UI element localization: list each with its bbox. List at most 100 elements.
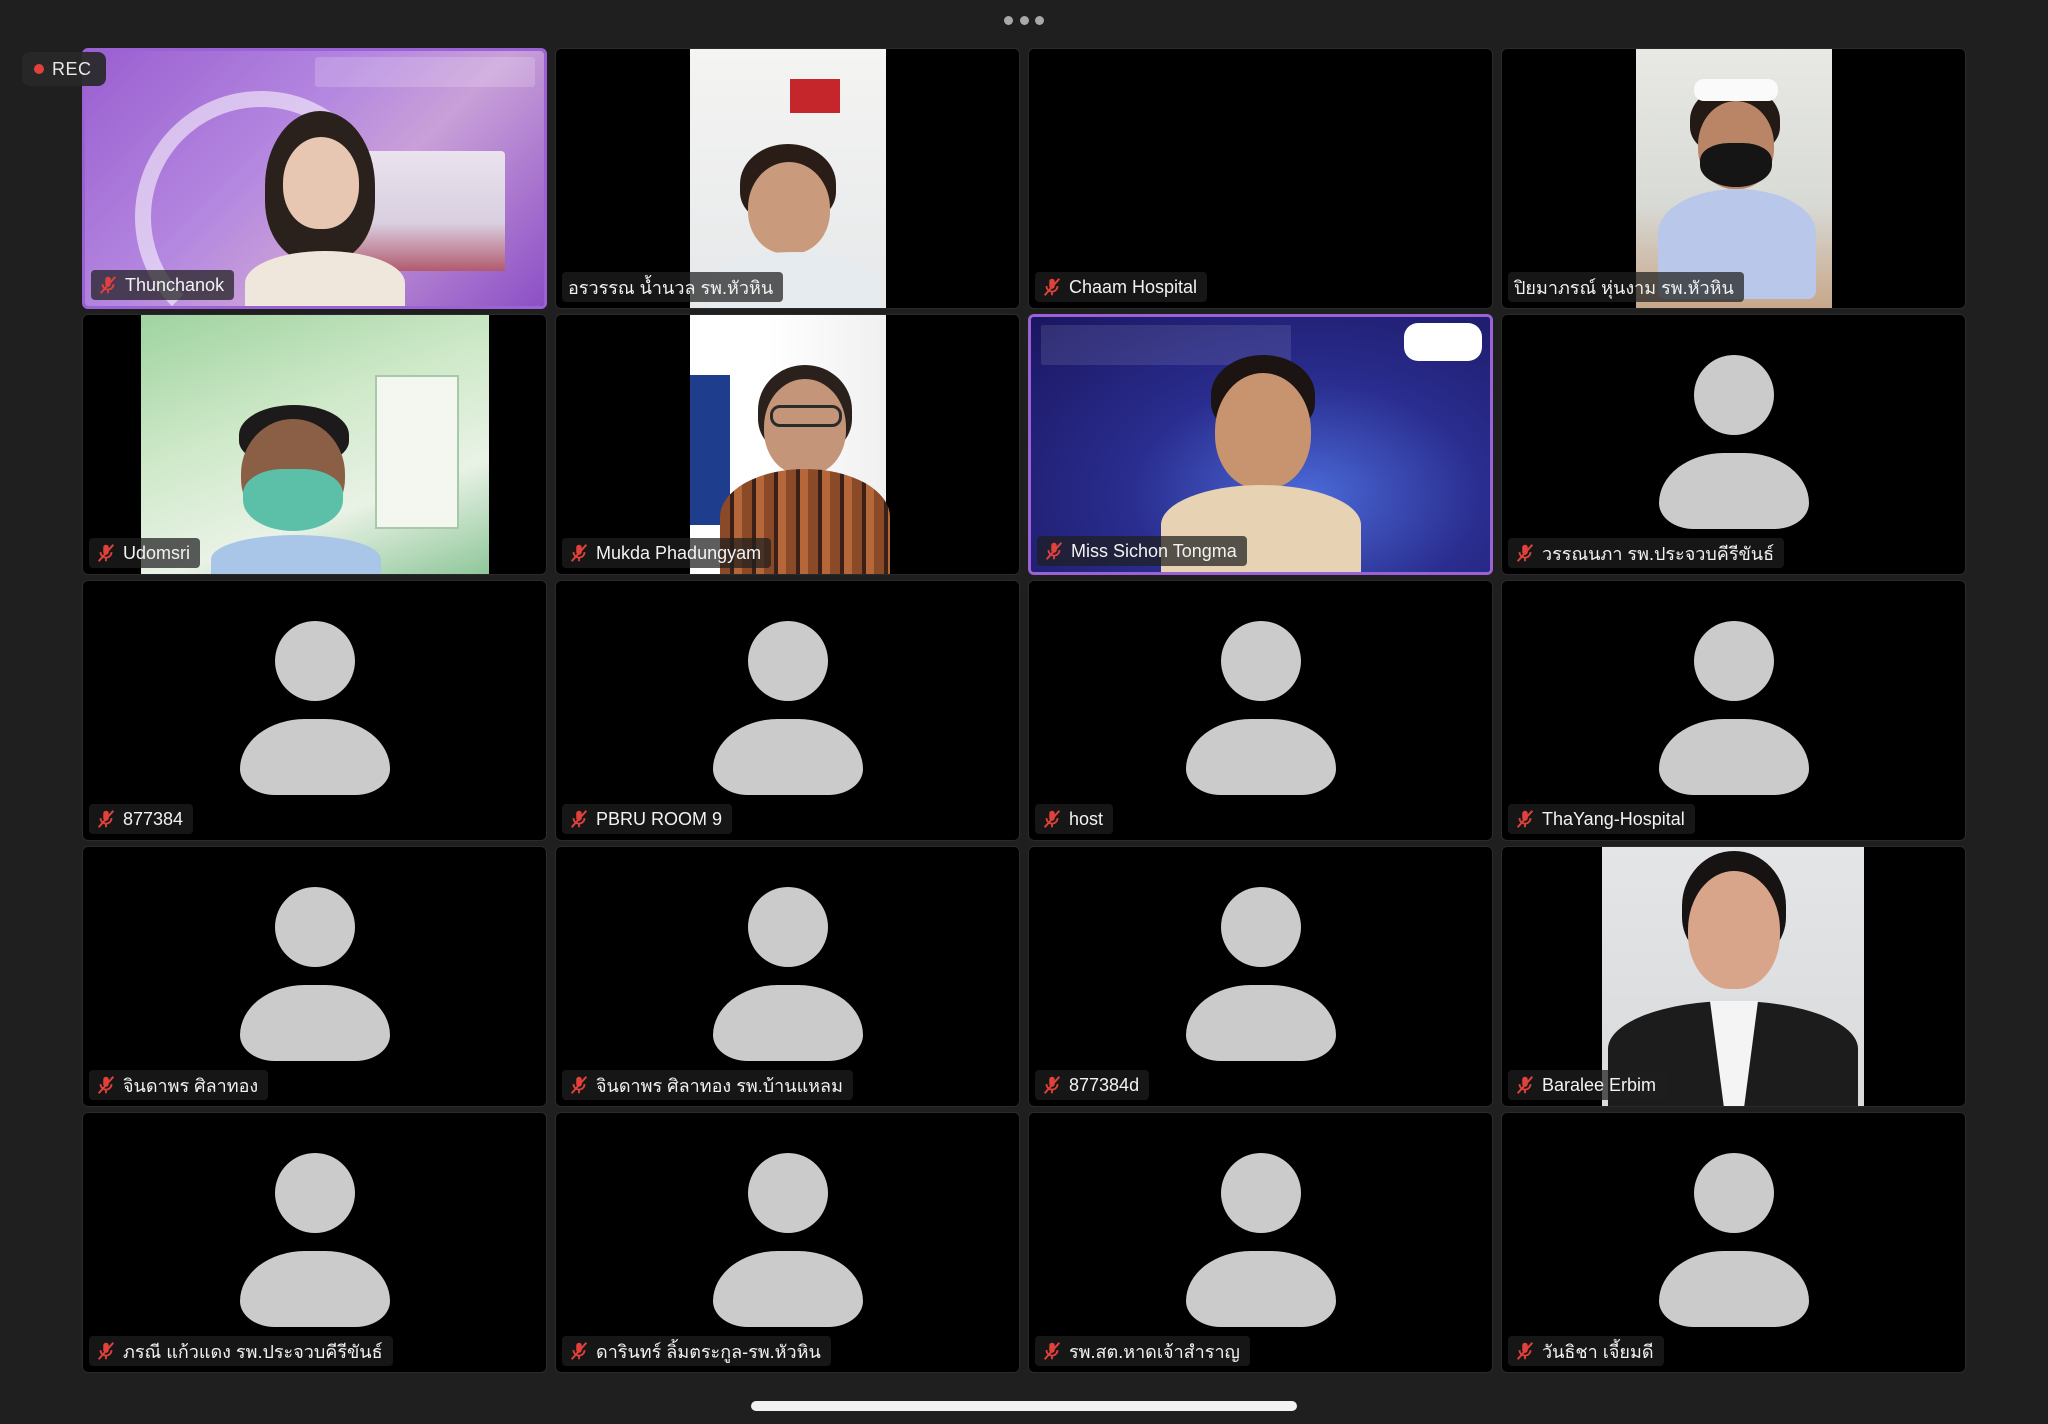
mic-off-icon	[97, 1342, 115, 1360]
participant-tile[interactable]: อรวรรณ น้ำนวล รพ.หัวหิน	[555, 48, 1020, 309]
participant-tile[interactable]: จินดาพร ศิลาทอง	[82, 846, 547, 1107]
participant-nametag: รพ.สต.หาดเจ้าสำราญ	[1035, 1336, 1250, 1366]
participant-name: ภรณี แก้วแดง รพ.ประจวบคีรีขันธ์	[123, 1341, 383, 1362]
participant-name: Baralee Erbim	[1542, 1074, 1657, 1095]
mic-off-icon	[1516, 810, 1534, 828]
mic-off-icon	[570, 1342, 588, 1360]
participant-nametag: Udomsri	[89, 538, 201, 568]
background-window	[375, 375, 459, 529]
participant-name: จินดาพร ศิลาทอง	[123, 1075, 259, 1096]
mic-off-icon	[570, 1076, 588, 1094]
participant-video	[85, 51, 544, 306]
participant-tile[interactable]: 877384d	[1028, 846, 1493, 1107]
person-silhouette-icon	[747, 1153, 828, 1233]
participant-nametag: อรวรรณ น้ำนวล รพ.หัวหิน	[562, 272, 784, 302]
participant-video	[690, 315, 890, 574]
participant-nametag: Miss Sichon Tongma	[1037, 536, 1247, 566]
person-silhouette-icon	[274, 1153, 355, 1233]
person-silhouette-icon	[747, 887, 828, 967]
person-silhouette-icon	[1220, 887, 1301, 967]
ellipsis-icon[interactable]	[1004, 14, 1044, 26]
participant-tile[interactable]: Udomsri	[82, 314, 547, 575]
participant-name: ดารินทร์ ลิ้มตระกูล-รพ.หัวหิน	[596, 1341, 821, 1362]
mic-off-icon	[1516, 544, 1534, 562]
participant-tile[interactable]: วันธิชา เจี้ยมดี	[1501, 1112, 1966, 1373]
participant-tile[interactable]: Chaam Hospital	[1028, 48, 1493, 309]
participant-name: ปิยมาภรณ์ หุ่นงาม รพ.หัวหิน	[1514, 277, 1734, 298]
participant-tile[interactable]: วรรณนภา รพ.ประจวบคีรีขันธ์	[1501, 314, 1966, 575]
participant-tile[interactable]: Mukda Phadungyam	[555, 314, 1020, 575]
mic-off-icon	[1043, 1076, 1061, 1094]
participant-tile[interactable]: ThaYang-Hospital	[1501, 580, 1966, 841]
recording-label: REC	[52, 58, 92, 79]
participant-name: Chaam Hospital	[1069, 276, 1198, 297]
participant-tile[interactable]: Thunchanok	[82, 48, 547, 309]
person-silhouette-icon	[1220, 1153, 1301, 1233]
record-dot-icon	[34, 64, 44, 74]
participant-name: PBRU ROOM 9	[596, 808, 723, 829]
person-silhouette-body	[239, 985, 390, 1061]
home-indicator-bar[interactable]	[751, 1401, 1297, 1411]
participant-name: วรรณนภา รพ.ประจวบคีรีขันธ์	[1542, 543, 1775, 564]
participant-nametag: ภรณี แก้วแดง รพ.ประจวบคีรีขันธ์	[89, 1336, 393, 1366]
participant-tile[interactable]: 877384	[82, 580, 547, 841]
participant-video	[690, 49, 886, 308]
participant-name: อรวรรณ น้ำนวล รพ.หัวหิน	[568, 277, 774, 298]
participant-name: host	[1069, 808, 1104, 829]
participant-nametag: Mukda Phadungyam	[562, 538, 772, 568]
mic-off-icon	[99, 276, 117, 294]
participant-tile[interactable]: ดารินทร์ ลิ้มตระกูล-รพ.หัวหิน	[555, 1112, 1020, 1373]
mic-off-icon	[570, 810, 588, 828]
participant-tile[interactable]: PBRU ROOM 9	[555, 580, 1020, 841]
participant-name: 877384d	[1069, 1074, 1140, 1095]
person-silhouette-body	[712, 1251, 863, 1327]
participant-nametag: 877384d	[1035, 1070, 1150, 1100]
person-silhouette-icon	[274, 887, 355, 967]
mic-off-icon	[97, 810, 115, 828]
participant-tile[interactable]: จินดาพร ศิลาทอง รพ.บ้านแหลม	[555, 846, 1020, 1107]
person-silhouette-body	[1658, 719, 1809, 795]
person-silhouette-icon	[1693, 621, 1774, 701]
mic-off-icon	[97, 544, 115, 562]
person-silhouette-body	[712, 985, 863, 1061]
mic-off-icon	[1516, 1076, 1534, 1094]
participant-name: จินดาพร ศิลาทอง รพ.บ้านแหลม	[596, 1075, 843, 1096]
person-silhouette-body	[1658, 1251, 1809, 1327]
participant-name: ThaYang-Hospital	[1542, 808, 1685, 829]
person-silhouette-icon	[274, 621, 355, 701]
participant-tile[interactable]: Baralee Erbim	[1501, 846, 1966, 1107]
participant-video	[1636, 49, 1832, 308]
participant-tile[interactable]: host	[1028, 580, 1493, 841]
participant-nametag: ปิยมาภรณ์ หุ่นงาม รพ.หัวหิน	[1508, 272, 1744, 302]
background-object	[790, 79, 840, 113]
mic-off-icon	[1043, 810, 1061, 828]
participant-tile[interactable]: ภรณี แก้วแดง รพ.ประจวบคีรีขันธ์	[82, 1112, 547, 1373]
participant-name: Udomsri	[123, 542, 191, 563]
participant-nametag: ThaYang-Hospital	[1508, 804, 1695, 834]
person-silhouette-body	[1185, 985, 1336, 1061]
participant-person	[1608, 851, 1858, 1106]
participant-grid: Thunchanok อรวรรณ น้ำนวล รพ.หัวหิน Chaam…	[82, 48, 1966, 1376]
recording-indicator[interactable]: REC	[22, 52, 106, 86]
participant-video	[141, 315, 489, 574]
mic-off-icon	[1043, 278, 1061, 296]
mic-off-icon	[1045, 542, 1063, 560]
participant-name: รพ.สต.หาดเจ้าสำราญ	[1069, 1341, 1240, 1362]
participant-video	[1602, 847, 1864, 1106]
person-silhouette-icon	[1693, 355, 1774, 435]
participant-person	[245, 111, 405, 306]
participant-nametag: วรรณนภา รพ.ประจวบคีรีขันธ์	[1508, 538, 1785, 568]
participant-tile[interactable]: ปิยมาภรณ์ หุ่นงาม รพ.หัวหิน	[1501, 48, 1966, 309]
participant-tile[interactable]: Miss Sichon Tongma	[1028, 314, 1493, 575]
participant-name: Thunchanok	[125, 274, 225, 295]
participant-nametag: PBRU ROOM 9	[562, 804, 733, 834]
participant-tile[interactable]: รพ.สต.หาดเจ้าสำราญ	[1028, 1112, 1493, 1373]
participant-name: Miss Sichon Tongma	[1071, 540, 1237, 561]
participant-name: 877384	[123, 808, 184, 829]
participant-video	[1031, 317, 1490, 572]
participant-nametag: Chaam Hospital	[1035, 272, 1208, 302]
participant-nametag: วันธิชา เจี้ยมดี	[1508, 1336, 1664, 1366]
mic-off-icon	[97, 1076, 115, 1094]
participant-name: วันธิชา เจี้ยมดี	[1542, 1341, 1654, 1362]
person-silhouette-body	[712, 719, 863, 795]
